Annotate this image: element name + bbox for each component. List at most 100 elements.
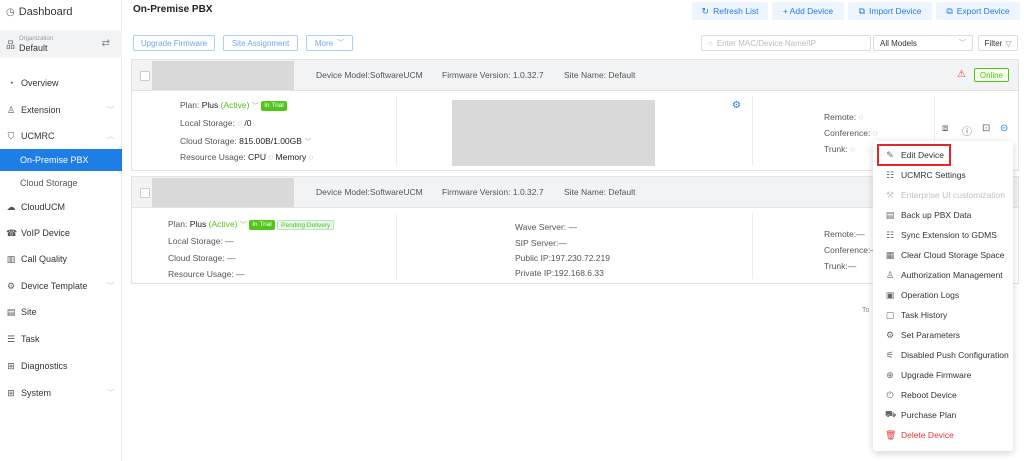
sidebar-item-label: Extension <box>21 105 61 115</box>
sidebar-item-diagnostics[interactable]: ⊞ Diagnostics <box>0 355 122 377</box>
backup-icon: ▤ <box>885 209 895 220</box>
sidebar-item-task[interactable]: ☰ Task <box>0 328 122 350</box>
clear-storage-icon: ▦ <box>885 249 895 260</box>
chevron-down-icon: ﹀ <box>107 390 114 397</box>
sidebar-item-ucmrc[interactable]: ⛉ UCMRC ︿ <box>0 125 122 147</box>
plan-value: Plus <box>201 100 219 110</box>
site-assignment-button[interactable]: Site Assignment <box>223 35 298 51</box>
sidebar-item-cloud-storage[interactable]: Cloud Storage <box>0 172 122 194</box>
menu-item-disabled-push-configuration[interactable]: ⚟ Disabled Push Configuration <box>873 345 1013 365</box>
menu-item-set-parameters[interactable]: ⚙ Set Parameters <box>873 325 1013 345</box>
task-icon: ☰ <box>6 333 16 344</box>
device-card-header: Device Model:SoftwareUCM Firmware Versio… <box>132 60 1018 91</box>
sidebar-item-overview[interactable]: ◔ Overview <box>0 72 122 94</box>
upgrade-firmware-button[interactable]: Upgrade Firmware <box>133 35 215 51</box>
search-input[interactable]: ○ Enter MAC/Device Name/IP <box>701 35 871 51</box>
local-storage: Local Storage: ◌ /0 <box>180 118 251 128</box>
organization-selector[interactable]: 品 Organization Default ⇄ <box>0 30 122 58</box>
sidebar-item-label: CloudUCM <box>21 202 66 212</box>
loading-icon: ◌ <box>268 153 274 162</box>
organization-label: Organization <box>19 35 54 42</box>
resource-usage: Resource Usage: CPU ◌ Memory ◌ <box>180 152 313 162</box>
menu-item-ucmrc-settings[interactable]: ☷ UCMRC Settings <box>873 165 1013 185</box>
refresh-icon: ↻ <box>701 5 710 16</box>
sidebar-item-call-quality[interactable]: ▥ Call Quality <box>0 248 122 270</box>
menu-item-label: Reboot Device <box>901 390 957 400</box>
menu-item-sync-extension[interactable]: ☷ Sync Extension to GDMS <box>873 225 1013 245</box>
switch-icon[interactable]: ⇄ <box>102 38 110 49</box>
cloud-storage: Cloud Storage: 815.00B/1.00GB ﹀ <box>180 136 311 147</box>
menu-item-delete-device[interactable]: 🗑 Delete Device <box>873 425 1013 445</box>
sidebar-item-site[interactable]: ▤ Site <box>0 301 122 323</box>
export-device-button[interactable]: ⧉ Export Device <box>936 2 1020 20</box>
chevron-down-icon: ﹀ <box>107 107 114 114</box>
chevron-down-icon[interactable]: ﹀ <box>240 222 247 229</box>
system-icon: ⊞ <box>7 387 15 398</box>
chevron-down-icon[interactable]: ﹀ <box>304 139 311 146</box>
menu-item-authorization-management[interactable]: ♙ Authorization Management <box>873 265 1013 285</box>
refresh-list-button[interactable]: ↻ Refresh List <box>692 2 768 20</box>
remote-access-icon[interactable]: ⧈ <box>942 123 948 134</box>
filter-button[interactable]: Filter ▽ <box>978 35 1018 51</box>
menu-item-label: Sync Extension to GDMS <box>901 230 997 240</box>
backup-icon[interactable]: ⊡ <box>982 123 990 134</box>
menu-item-clear-cloud-storage[interactable]: ▦ Clear Cloud Storage Space <box>873 245 1013 265</box>
menu-item-reboot-device[interactable]: ⏻ Reboot Device <box>873 385 1013 405</box>
dashboard-link[interactable]: ◷ Dashboard <box>0 0 122 24</box>
sidebar-item-system[interactable]: ⊞ System ﹀ <box>0 382 122 404</box>
sidebar-item-label: System <box>21 388 52 398</box>
firmware-version: Firmware Version: 1.0.32.7 <box>442 187 544 197</box>
sidebar-item-on-premise-pbx[interactable]: On-Premise PBX <box>0 149 122 171</box>
info-icon[interactable]: ⓘ <box>962 123 972 138</box>
device-checkbox[interactable] <box>140 188 150 198</box>
diagnostics-icon: ⊞ <box>7 360 15 371</box>
memory-label: Memory <box>275 152 307 162</box>
gear-icon: ⚙ <box>885 329 895 340</box>
menu-item-back-up-pbx-data[interactable]: ▤ Back up PBX Data <box>873 205 1013 225</box>
organization-value: Default <box>19 42 48 53</box>
pending-delivery-tag: Pending Delivery <box>277 219 335 230</box>
loading-icon: ◌ <box>858 113 864 122</box>
menu-item-label: Task History <box>901 310 948 320</box>
gear-icon[interactable]: ⚙ <box>732 100 741 111</box>
page-title: On-Premise PBX <box>133 4 213 15</box>
resource-usage-label: Resource Usage: <box>180 152 246 162</box>
menu-item-upgrade-firmware[interactable]: ⊕ Upgrade Firmware <box>873 365 1013 385</box>
menu-item-task-history[interactable]: ▢ Task History <box>873 305 1013 325</box>
cloud-storage: Cloud Storage: — <box>168 253 236 263</box>
local-storage: Local Storage: — <box>168 236 234 246</box>
sidebar-item-voip-device[interactable]: ☎ VoIP Device <box>0 222 122 244</box>
plan-label: Plan: <box>180 100 200 110</box>
sidebar: ◷ Dashboard 品 Organization Default ⇄ ◔ O… <box>0 0 122 461</box>
menu-item-purchase-plan[interactable]: ⛟ Purchase Plan <box>873 405 1013 425</box>
menu-item-label: Delete Device <box>901 430 954 440</box>
chevron-down-icon[interactable]: ﹀ <box>252 103 259 110</box>
sidebar-item-label: Cloud Storage <box>20 178 78 188</box>
model-select[interactable]: All Models ﹀ <box>873 35 973 51</box>
sidebar-item-label: Overview <box>21 78 59 88</box>
device-checkbox[interactable] <box>140 71 150 81</box>
sidebar-item-clouducm[interactable]: ☁ CloudUCM <box>0 196 122 218</box>
local-storage-label: Local Storage: <box>180 118 235 128</box>
remote-status: Remote:— <box>824 229 865 239</box>
import-device-button[interactable]: ⧉ Import Device <box>848 2 932 20</box>
chevron-down-icon: ﹀ <box>337 40 345 47</box>
menu-item-label: Operation Logs <box>901 290 960 300</box>
sync-icon: ☷ <box>885 229 895 240</box>
trial-tag: In Trial <box>261 100 287 111</box>
divider <box>752 213 753 279</box>
menu-item-operation-logs[interactable]: ▣ Operation Logs <box>873 285 1013 305</box>
loading-icon: ◌ <box>872 129 878 138</box>
sidebar-item-device-template[interactable]: ⚙ Device Template ﹀ <box>0 275 122 297</box>
add-device-button[interactable]: + Add Device <box>772 2 844 20</box>
sidebar-item-extension[interactable]: ♙ Extension ﹀ <box>0 99 122 121</box>
settings-sliders-icon: ☷ <box>885 169 895 180</box>
more-button[interactable]: More ﹀ <box>306 35 353 51</box>
loading-icon: ◌ <box>237 119 242 128</box>
firmware-version: Firmware Version: 1.0.32.7 <box>442 70 544 80</box>
funnel-icon: ▽ <box>1005 38 1012 48</box>
divider <box>396 96 397 166</box>
more-actions-icon[interactable]: ⊝ <box>1000 123 1008 134</box>
alarm-icon[interactable]: ⚠ <box>957 69 966 80</box>
sidebar-item-label: On-Premise PBX <box>20 155 89 165</box>
